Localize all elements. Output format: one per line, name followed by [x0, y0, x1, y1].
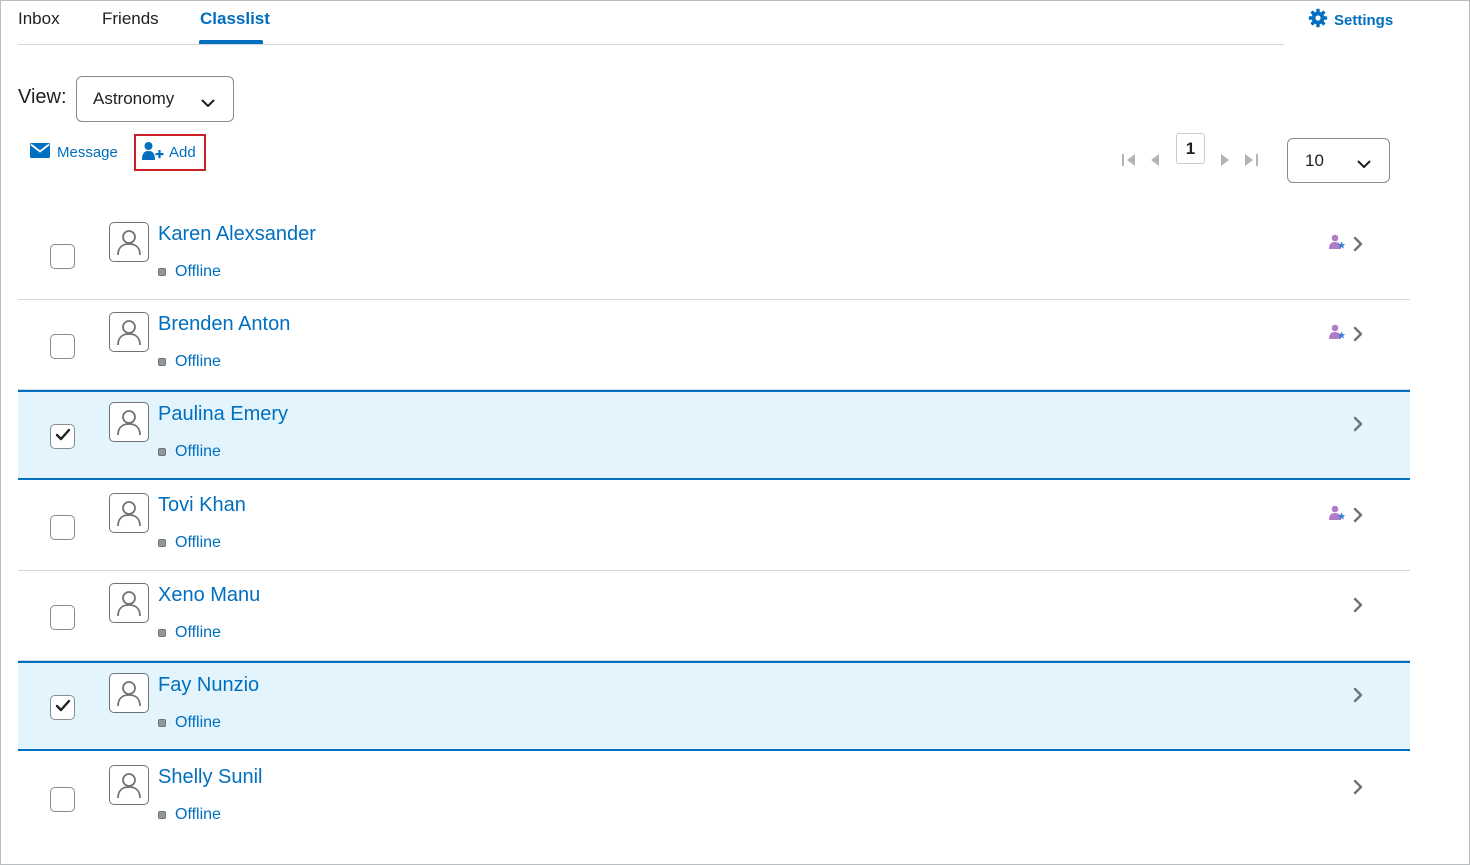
- list-item[interactable]: Tovi Khan Offline: [18, 481, 1410, 571]
- tab-classlist[interactable]: Classlist: [200, 9, 270, 29]
- view-select[interactable]: Astronomy: [76, 76, 234, 122]
- select-checkbox[interactable]: [50, 695, 75, 720]
- checkmark-icon: [55, 428, 71, 446]
- person-name-link[interactable]: Karen Alexsander: [158, 223, 316, 246]
- last-page-icon[interactable]: [1243, 153, 1259, 172]
- select-checkbox[interactable]: [50, 244, 75, 269]
- current-page-box[interactable]: 1: [1176, 133, 1205, 164]
- tab-inbox[interactable]: Inbox: [18, 9, 60, 29]
- select-checkbox[interactable]: [50, 424, 75, 449]
- checkmark-icon: [55, 699, 71, 717]
- list-item[interactable]: Xeno Manu Offline: [18, 571, 1410, 661]
- settings-button[interactable]: Settings: [1308, 8, 1394, 32]
- add-button[interactable]: Add: [134, 134, 206, 171]
- person-name-link[interactable]: Fay Nunzio: [158, 674, 259, 697]
- list-item[interactable]: Karen Alexsander Offline: [18, 210, 1410, 300]
- status-indicator: [158, 268, 166, 276]
- chevron-right-icon[interactable]: [1351, 507, 1365, 528]
- user-avatar-icon: [109, 765, 149, 805]
- per-page-select[interactable]: 10: [1287, 138, 1390, 183]
- chevron-right-icon[interactable]: [1351, 326, 1365, 347]
- user-avatar-icon: [109, 493, 149, 533]
- active-tab-indicator: [199, 40, 263, 44]
- list-item[interactable]: Paulina Emery Offline: [18, 390, 1410, 480]
- view-label: View:: [18, 86, 67, 108]
- user-role-icon: [1329, 234, 1346, 255]
- chevron-right-icon[interactable]: [1351, 597, 1365, 618]
- status-label[interactable]: Offline: [175, 263, 221, 281]
- status-label[interactable]: Offline: [175, 806, 221, 824]
- list-item[interactable]: Fay Nunzio Offline: [18, 661, 1410, 751]
- status-indicator: [158, 811, 166, 819]
- per-page-value: 10: [1305, 150, 1324, 170]
- status-label[interactable]: Offline: [175, 443, 221, 461]
- chevron-right-icon[interactable]: [1351, 236, 1365, 257]
- select-checkbox[interactable]: [50, 515, 75, 540]
- user-avatar-icon: [109, 312, 149, 352]
- person-name-link[interactable]: Paulina Emery: [158, 403, 288, 426]
- tab-friends[interactable]: Friends: [102, 9, 159, 29]
- status-indicator: [158, 448, 166, 456]
- first-page-icon[interactable]: [1121, 153, 1137, 172]
- add-label: Add: [169, 144, 196, 161]
- chevron-right-icon[interactable]: [1351, 416, 1365, 437]
- person-name-link[interactable]: Shelly Sunil: [158, 766, 263, 789]
- select-checkbox[interactable]: [50, 334, 75, 359]
- chevron-right-icon[interactable]: [1351, 779, 1365, 800]
- previous-page-icon[interactable]: [1149, 153, 1161, 172]
- status-indicator: [158, 358, 166, 366]
- envelope-icon: [30, 142, 50, 162]
- user-avatar-icon: [109, 402, 149, 442]
- chevron-right-icon[interactable]: [1351, 687, 1365, 708]
- user-role-icon: [1329, 324, 1346, 345]
- person-name-link[interactable]: Brenden Anton: [158, 313, 290, 336]
- status-label[interactable]: Offline: [175, 714, 221, 732]
- person-name-link[interactable]: Xeno Manu: [158, 584, 260, 607]
- status-indicator: [158, 539, 166, 547]
- list-item[interactable]: Shelly Sunil Offline: [18, 753, 1410, 843]
- user-role-icon: [1329, 505, 1346, 526]
- user-avatar-icon: [109, 222, 149, 262]
- status-indicator: [158, 629, 166, 637]
- user-avatar-icon: [109, 673, 149, 713]
- list-item[interactable]: Brenden Anton Offline: [18, 300, 1410, 390]
- person-name-link[interactable]: Tovi Khan: [158, 494, 246, 517]
- status-indicator: [158, 719, 166, 727]
- select-checkbox[interactable]: [50, 605, 75, 630]
- user-avatar-icon: [109, 583, 149, 623]
- tab-bar: Inbox Friends Classlist: [18, 0, 1284, 45]
- status-label[interactable]: Offline: [175, 353, 221, 371]
- gear-icon: [1308, 8, 1328, 32]
- status-label[interactable]: Offline: [175, 624, 221, 642]
- message-label: Message: [57, 143, 118, 161]
- select-checkbox[interactable]: [50, 787, 75, 812]
- message-button[interactable]: Message: [30, 140, 118, 164]
- chevron-down-icon: [1357, 154, 1371, 174]
- add-user-icon: [142, 141, 164, 165]
- next-page-icon[interactable]: [1219, 153, 1231, 172]
- status-label[interactable]: Offline: [175, 534, 221, 552]
- view-select-value: Astronomy: [93, 89, 175, 108]
- settings-label: Settings: [1334, 11, 1394, 29]
- chevron-down-icon: [201, 93, 215, 113]
